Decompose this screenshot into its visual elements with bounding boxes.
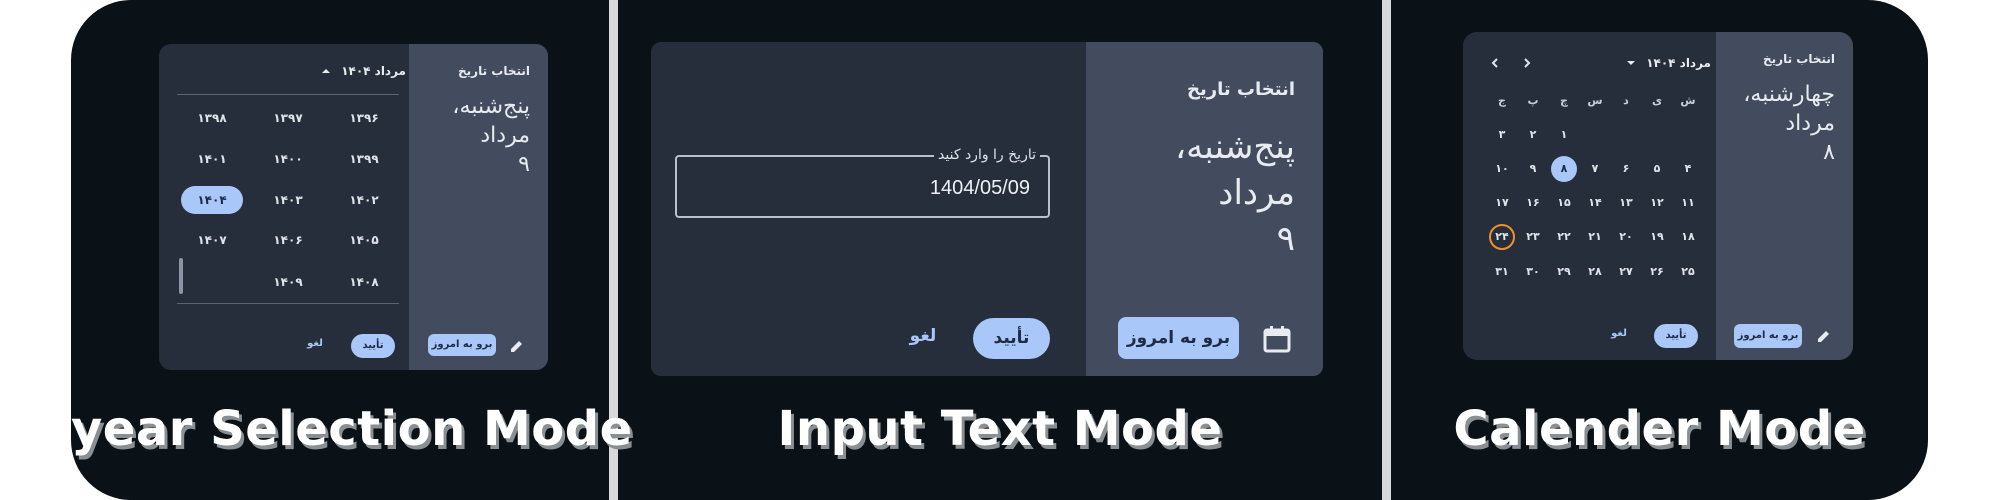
weekday-header: س [1587, 94, 1603, 107]
year-mode-dialog: انتخاب تاریخ پنج‌شنبه، مرداد ۹ برو به ام… [159, 44, 548, 370]
header-panel: انتخاب تاریخ چهارشنبه، مرداد ۸ برو به ام… [1716, 32, 1853, 360]
year-option[interactable]: ۱۴۰۹ [257, 268, 319, 296]
cancel-button[interactable]: لغو [893, 326, 953, 346]
input-mode-dialog: انتخاب تاریخ پنج‌شنبه، مرداد ۹ برو به ام… [651, 42, 1323, 376]
day-cell[interactable]: ۳۰ [1520, 259, 1546, 285]
year-option[interactable]: ۱۳۹۸ [181, 104, 243, 132]
cancel-button[interactable]: لغو [1599, 328, 1639, 339]
confirm-button[interactable]: تأیید [973, 318, 1050, 359]
day-cell[interactable]: ۶ [1613, 156, 1639, 182]
day-cell-today[interactable]: ۲۴ [1489, 224, 1515, 250]
pencil-icon[interactable] [1816, 328, 1832, 344]
day-cell[interactable]: ۲۰ [1613, 224, 1639, 250]
caption-input-mode: Input Text Mode [777, 401, 1223, 457]
selected-date-label: پنج‌شنبه، مرداد ۹ [452, 94, 530, 177]
day-cell[interactable]: ۱۸ [1675, 224, 1701, 250]
year-grid: ۱۳۹۶ ۱۳۹۷ ۱۳۹۸ ۱۳۹۹ ۱۴۰۰ ۱۴۰۱ ۱۴۰۲ ۱۴۰۳ ۱۴۰۴ ۱۴۰۵… [159, 44, 409, 370]
day-cell[interactable]: ۲۶ [1644, 259, 1670, 285]
day-cell[interactable]: ۹ [1520, 156, 1546, 182]
weekday-header: ش [1680, 94, 1696, 107]
dialog-title: انتخاب تاریخ [1187, 79, 1295, 100]
day-cell[interactable]: ۲ [1520, 122, 1546, 148]
year-option[interactable]: ۱۳۹۹ [333, 145, 395, 173]
day-cell[interactable]: ۲۷ [1613, 259, 1639, 285]
confirm-button[interactable]: تأیید [1654, 324, 1698, 348]
date-input-field[interactable]: تاریخ را وارد کنید 1404/05/09 [675, 147, 1050, 218]
day-cell[interactable]: ۱۰ [1489, 156, 1515, 182]
day-cell[interactable]: ۵ [1644, 156, 1670, 182]
date-input-label: تاریخ را وارد کنید [934, 147, 1040, 163]
year-option[interactable]: ۱۴۰۱ [181, 145, 243, 173]
calendar-grid: ش ی د س چ پ ج ۱ ۲ ۳ ۴ ۵ ۶ ۷ ۸ ۹ ۱۰ ۱۱ ۱۲ ۱۳ ۱۴ ۱۵ ۱۶ ۱۷ ۱۸ ۱۹ ۲۰ ۲۱… [1463, 32, 1713, 360]
day-cell[interactable]: ۲۱ [1582, 224, 1608, 250]
year-option[interactable]: ۱۴۰۷ [181, 226, 243, 254]
day-cell[interactable]: ۴ [1675, 156, 1701, 182]
year-option[interactable]: ۱۴۰۲ [333, 186, 395, 214]
confirm-button[interactable]: تأیید [351, 334, 395, 358]
day-cell[interactable]: ۱۲ [1644, 190, 1670, 216]
weekday-header: د [1623, 94, 1629, 107]
calendar-mode-dialog: انتخاب تاریخ چهارشنبه، مرداد ۸ برو به ام… [1463, 32, 1853, 360]
dialog-title: انتخاب تاریخ [1763, 52, 1835, 66]
day-cell[interactable]: ۲۸ [1582, 259, 1608, 285]
year-option[interactable]: ۱۳۹۶ [333, 104, 395, 132]
day-cell[interactable]: ۲۵ [1675, 259, 1701, 285]
header-panel: انتخاب تاریخ پنج‌شنبه، مرداد ۹ برو به ام… [1086, 42, 1323, 376]
day-cell[interactable]: ۲۲ [1551, 224, 1577, 250]
day-cell[interactable]: ۱۹ [1644, 224, 1670, 250]
caption-calendar-mode: Calender Mode [1453, 401, 1866, 457]
year-option-selected[interactable]: ۱۴۰۴ [181, 186, 243, 214]
year-option[interactable]: ۱۴۰۰ [257, 145, 319, 173]
divider-right [1382, 0, 1391, 500]
day-cell-selected[interactable]: ۸ [1551, 156, 1577, 182]
day-cell[interactable]: ۲۹ [1551, 259, 1577, 285]
day-cell[interactable]: ۱۵ [1551, 190, 1577, 216]
caption-year-mode: year Selection Mode [71, 401, 633, 457]
day-cell[interactable]: ۱۶ [1520, 190, 1546, 216]
year-option[interactable]: ۱۴۰۳ [257, 186, 319, 214]
day-cell[interactable]: ۲۳ [1520, 224, 1546, 250]
dialog-title: انتخاب تاریخ [458, 64, 530, 78]
cancel-button[interactable]: لغو [295, 338, 335, 349]
day-cell[interactable]: ۱۳ [1613, 190, 1639, 216]
calendar-icon[interactable] [1262, 324, 1292, 354]
day-cell[interactable]: ۱۷ [1489, 190, 1515, 216]
year-option[interactable]: ۱۴۰۵ [333, 226, 395, 254]
day-cell[interactable]: ۱۴ [1582, 190, 1608, 216]
weekday-header: ج [1498, 94, 1506, 107]
weekday-header: ی [1651, 94, 1663, 107]
weekday-header: پ [1527, 94, 1539, 107]
day-cell[interactable]: ۳ [1489, 122, 1515, 148]
go-to-today-button[interactable]: برو به امروز [428, 334, 496, 356]
selected-date-label: پنج‌شنبه، مرداد ۹ [1175, 127, 1295, 259]
day-cell[interactable]: ۳۱ [1489, 259, 1515, 285]
year-option[interactable]: ۱۳۹۷ [257, 104, 319, 132]
weekday-header: چ [1560, 94, 1568, 107]
date-input-value[interactable]: 1404/05/09 [930, 177, 1030, 200]
go-to-today-button[interactable]: برو به امروز [1734, 324, 1802, 348]
selected-date-label: چهارشنبه، مرداد ۸ [1743, 82, 1835, 165]
header-panel: انتخاب تاریخ پنج‌شنبه، مرداد ۹ برو به ام… [409, 44, 548, 370]
pencil-icon[interactable] [509, 338, 525, 354]
year-option[interactable]: ۱۴۰۸ [333, 268, 395, 296]
day-cell[interactable]: ۱ [1551, 122, 1577, 148]
day-cell[interactable]: ۱۱ [1675, 190, 1701, 216]
year-option[interactable]: ۱۴۰۶ [257, 226, 319, 254]
go-to-today-button[interactable]: برو به امروز [1118, 317, 1239, 359]
day-cell[interactable]: ۷ [1582, 156, 1608, 182]
